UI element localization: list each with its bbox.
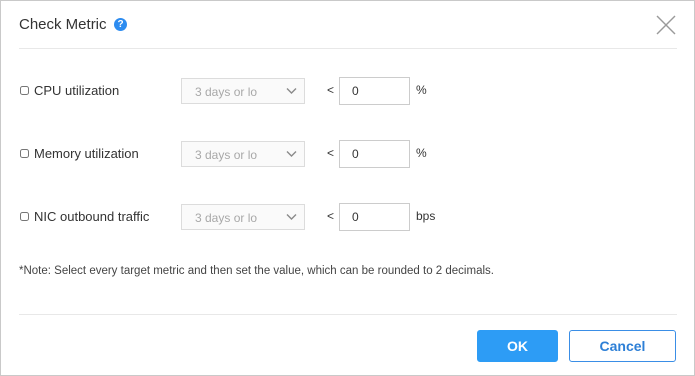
close-icon[interactable] — [656, 15, 676, 35]
chevron-down-icon — [286, 88, 297, 94]
nic-outbound-traffic-checkbox[interactable] — [20, 212, 29, 221]
memory-threshold-input[interactable] — [339, 140, 410, 168]
memory-period-value: 3 days or lo — [195, 148, 258, 162]
chevron-down-icon — [286, 151, 297, 157]
dialog-title: Check Metric — [19, 16, 107, 33]
less-than-sign: < — [327, 146, 335, 160]
ok-button[interactable]: OK — [477, 330, 558, 362]
question-circle-icon[interactable]: ? — [114, 18, 127, 31]
metric-row-cpu: CPU utilization 3 days or lo < % — [1, 77, 694, 106]
cpu-utilization-label: CPU utilization — [34, 83, 120, 98]
rounding-note: *Note: Select every target metric and th… — [19, 265, 494, 277]
nic-period-select[interactable]: 3 days or lo — [181, 204, 305, 230]
footer-divider — [19, 314, 677, 315]
check-metric-dialog: Check Metric ? CPU utilization 3 days or… — [0, 0, 695, 376]
less-than-sign: < — [327, 209, 335, 223]
nic-period-value: 3 days or lo — [195, 211, 258, 225]
memory-period-select[interactable]: 3 days or lo — [181, 141, 305, 167]
header-divider — [19, 48, 677, 49]
memory-utilization-checkbox[interactable] — [20, 149, 29, 158]
cpu-utilization-checkbox[interactable] — [20, 86, 29, 95]
metric-row-memory: Memory utilization 3 days or lo < % — [1, 140, 694, 169]
memory-unit: % — [416, 146, 427, 160]
memory-utilization-label: Memory utilization — [34, 146, 139, 161]
cpu-period-value: 3 days or lo — [195, 85, 258, 99]
cancel-button[interactable]: Cancel — [569, 330, 676, 362]
nic-unit: bps — [416, 209, 436, 223]
nic-threshold-input[interactable] — [339, 203, 410, 231]
cpu-unit: % — [416, 83, 427, 97]
nic-outbound-traffic-label: NIC outbound traffic — [34, 209, 150, 224]
chevron-down-icon — [286, 214, 297, 220]
cpu-threshold-input[interactable] — [339, 77, 410, 105]
metric-row-nic-outbound: NIC outbound traffic 3 days or lo < bps — [1, 203, 694, 232]
cpu-period-select[interactable]: 3 days or lo — [181, 78, 305, 104]
less-than-sign: < — [327, 83, 335, 97]
dialog-header: Check Metric ? — [1, 1, 694, 49]
